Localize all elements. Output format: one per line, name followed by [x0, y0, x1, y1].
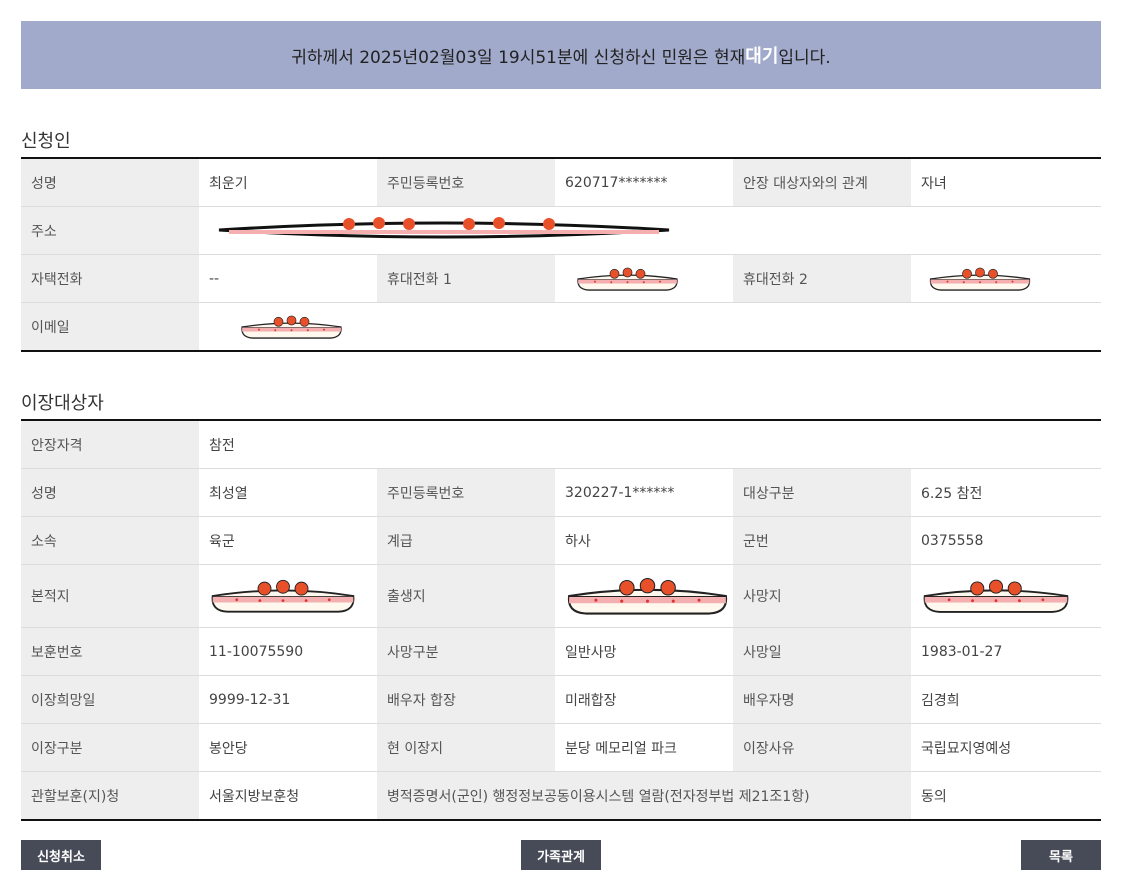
- spouse-burial-value: 미래합장: [555, 675, 733, 724]
- family-relation-button[interactable]: 가족관계: [521, 840, 601, 870]
- rrn-label: 주민등록번호: [377, 468, 555, 517]
- name-value: 최운기: [199, 158, 377, 207]
- table-row: 소속 육군 계급 하사 군번 0375558: [21, 516, 1102, 565]
- address-label: 주소: [21, 206, 199, 255]
- spouse-name-value: 김경희: [911, 675, 1102, 724]
- table-row: 성명 최성열 주민등록번호 320227-1****** 대상구분 6.25 참…: [21, 468, 1102, 517]
- unit-label: 소속: [21, 516, 199, 565]
- target-section-title: 이장대상자: [21, 393, 104, 414]
- name-label: 성명: [21, 158, 199, 207]
- name-value: 최성열: [199, 468, 377, 517]
- mobile1-value-redacted: [555, 254, 733, 303]
- death-place-value-redacted: [911, 564, 1102, 628]
- death-type-label: 사망구분: [377, 627, 555, 676]
- qualification-label: 안장자격: [21, 420, 199, 469]
- cake-redaction-icon: [921, 571, 1071, 621]
- reason-label: 이장사유: [733, 723, 911, 772]
- relocation-type-label: 이장구분: [21, 723, 199, 772]
- death-date-value: 1983-01-27: [911, 627, 1102, 676]
- consent-label: 병적증명서(군인) 행정정보공동이용시스템 열람(전자정부법 제21조1항): [377, 771, 911, 820]
- rrn-value: 620717*******: [555, 158, 733, 207]
- applicant-table: 성명 최운기 주민등록번호 620717******* 안장 대상자와의 관계 …: [21, 157, 1101, 352]
- rrn-label: 주민등록번호: [377, 158, 555, 207]
- cake-redaction-icon: [565, 266, 690, 292]
- veteran-no-label: 보훈번호: [21, 627, 199, 676]
- desired-date-label: 이장희망일: [21, 675, 199, 724]
- birthplace-value-redacted: [555, 564, 733, 628]
- email-label: 이메일: [21, 302, 199, 351]
- office-value: 서울지방보훈청: [209, 788, 300, 805]
- cake-redaction-icon: [209, 571, 357, 621]
- category-label: 대상구분: [733, 468, 911, 517]
- status-banner: 귀하께서 2025년02월03일 19시51분에 신청하신 민원은 현재 대기 입…: [21, 21, 1101, 89]
- rank-label: 계급: [377, 516, 555, 565]
- mobile1-label: 휴대전화 1: [377, 254, 555, 303]
- death-type-value: 일반사망: [555, 627, 733, 676]
- current-site-value: 분당 메모리얼 파크: [555, 723, 733, 772]
- cake-redaction-icon: [921, 266, 1039, 292]
- qualification-value: 참전: [199, 420, 1102, 469]
- banner-prefix: 귀하께서 2025년02월03일 19시51분에 신청하신 민원은 현재: [291, 47, 746, 68]
- list-button[interactable]: 목록: [1021, 840, 1101, 870]
- death-place-label: 사망지: [733, 564, 911, 628]
- table-row: 본적지 출생지 사망지: [21, 564, 1102, 628]
- cancel-application-button[interactable]: 신청취소: [21, 840, 101, 870]
- banner-suffix: 입니다.: [778, 47, 831, 68]
- office-label: 관할보훈(지)청: [21, 771, 199, 820]
- home-phone-label: 자택전화: [21, 254, 199, 303]
- relocation-type-value: 봉안당: [199, 723, 377, 772]
- rrn-value: 320227-1******: [555, 468, 733, 517]
- home-phone-value: --: [199, 254, 377, 303]
- relation-label: 안장 대상자와의 관계: [733, 158, 911, 207]
- relation-value: 자녀: [911, 158, 1101, 207]
- table-row: 관할보훈(지)청 서울지방보훈청 병적증명서(군인) 행정정보공동이용시스템 열…: [21, 771, 1101, 820]
- table-row: 이장희망일 9999-12-31 배우자 합장 미래합장 배우자명 김경희: [21, 675, 1102, 724]
- spouse-burial-label: 배우자 합장: [377, 675, 555, 724]
- category-value: 6.25 참전: [911, 468, 1102, 517]
- address-value-redacted: [199, 206, 1101, 255]
- domicile-label: 본적지: [21, 564, 199, 628]
- rank-value: 하사: [555, 516, 733, 565]
- mobile2-value-redacted: [911, 254, 1101, 303]
- table-row: 성명 최운기 주민등록번호 620717******* 안장 대상자와의 관계 …: [21, 158, 1101, 207]
- death-date-label: 사망일: [733, 627, 911, 676]
- current-site-label: 현 이장지: [377, 723, 555, 772]
- table-row: 자택전화 -- 휴대전화 1 휴대전화 2: [21, 254, 1101, 303]
- service-no-label: 군번: [733, 516, 911, 565]
- cake-redaction-icon: [565, 571, 730, 621]
- table-row: 주소: [21, 206, 1101, 255]
- spouse-name-label: 배우자명: [733, 675, 911, 724]
- target-table: 안장자격 참전 성명 최성열 주민등록번호 320227-1****** 대상구…: [21, 419, 1102, 821]
- email-value-redacted: [199, 303, 1101, 352]
- table-row: 보훈번호 11-10075590 사망구분 일반사망 사망일 1983-01-2…: [21, 627, 1102, 676]
- redaction-scribble-icon: [218, 216, 670, 238]
- domicile-value-redacted: [199, 564, 377, 628]
- applicant-section-title: 신청인: [21, 131, 71, 152]
- table-row: 이장구분 봉안당 현 이장지 분당 메모리얼 파크 이장사유 국립묘지영예성: [21, 723, 1102, 772]
- reason-value: 국립묘지영예성: [911, 723, 1102, 772]
- birthplace-label: 출생지: [377, 564, 555, 628]
- veteran-no-value: 11-10075590: [199, 627, 377, 676]
- service-no-value: 0375558: [911, 516, 1102, 565]
- mobile2-label: 휴대전화 2: [733, 254, 911, 303]
- banner-status: 대기: [745, 46, 779, 67]
- unit-value: 육군: [199, 516, 377, 565]
- name-label: 성명: [21, 468, 199, 517]
- table-row: 이메일: [21, 302, 1101, 352]
- cake-redaction-icon: [209, 314, 374, 340]
- table-row: 안장자격 참전: [21, 420, 1102, 469]
- consent-value: 동의: [921, 788, 947, 805]
- desired-date-value: 9999-12-31: [199, 675, 377, 724]
